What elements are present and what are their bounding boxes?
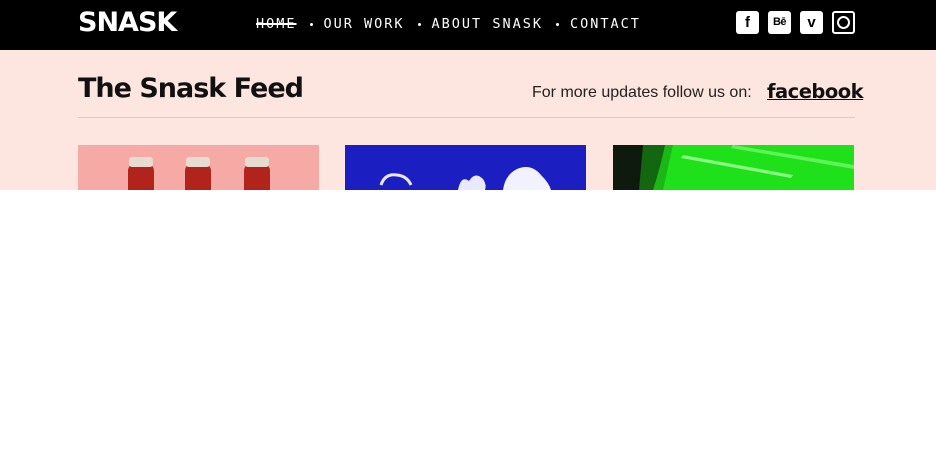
top-navigation-bar: SNASK HOME OUR WORK ABOUT SNASK CONTACT …: [0, 0, 936, 50]
white-shapes-image: [379, 167, 551, 190]
bottle-cap-image-part: [186, 157, 210, 167]
social-links: f Bē v: [736, 11, 855, 34]
snask-logo[interactable]: SNASK: [78, 8, 177, 38]
vimeo-icon[interactable]: v: [800, 11, 823, 34]
follow-prompt: For more updates follow us on:: [532, 84, 752, 101]
nav-about-snask[interactable]: ABOUT SNASK: [432, 14, 543, 34]
snask-feed-section: The Snask Feed For more updates follow u…: [0, 50, 936, 190]
divider: [78, 117, 855, 118]
nav-home[interactable]: HOME: [256, 14, 297, 34]
facebook-icon[interactable]: f: [736, 11, 759, 34]
bottle-image-part: [244, 163, 270, 190]
nav-separator: [417, 22, 421, 26]
nav-our-work[interactable]: OUR WORK: [324, 14, 405, 34]
bottle-cap-image-part: [245, 157, 269, 167]
main-nav: HOME OUR WORK ABOUT SNASK CONTACT: [256, 14, 641, 34]
bottle-image-part: [128, 163, 154, 190]
behance-icon[interactable]: Bē: [768, 11, 791, 34]
page-title: The Snask Feed: [78, 73, 304, 104]
feed-post-image-blue[interactable]: [345, 145, 586, 190]
nav-separator: [309, 22, 313, 26]
feed-post-image-bottles[interactable]: [78, 145, 319, 190]
facebook-link[interactable]: facebook: [767, 79, 864, 105]
instagram-icon[interactable]: [832, 11, 855, 34]
nav-contact[interactable]: CONTACT: [570, 14, 641, 34]
bottle-image-part: [185, 163, 211, 190]
green-light-image: [613, 145, 854, 190]
nav-separator: [555, 22, 559, 26]
feed-post-image-green[interactable]: [613, 145, 854, 190]
bottle-cap-image-part: [129, 157, 153, 167]
